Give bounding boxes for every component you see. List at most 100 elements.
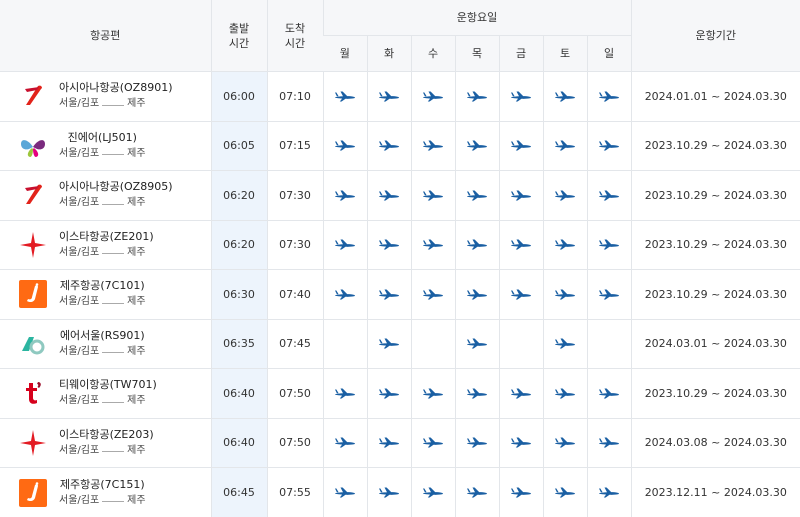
airplane-icon (554, 288, 576, 300)
table-header: 항공편 출발 시간 도착 시간 운항요일 운항기간 월 화 수 목 금 토 일 (0, 0, 800, 72)
operating-period: 2024.03.08 ~ 2024.03.30 (630, 418, 800, 468)
arrival-time: 07:10 (266, 71, 323, 122)
airplane-icon (378, 288, 400, 300)
airplane-icon (598, 288, 620, 300)
route-arrow-line (102, 253, 125, 255)
airplane-icon (554, 189, 576, 201)
flight-name: 제주항공(7C101) (59, 279, 145, 293)
operating-period: 2024.03.01 ~ 2024.03.30 (630, 319, 800, 369)
operating-period: 2023.12.11 ~ 2024.03.30 (630, 467, 800, 517)
day-cell-mon (322, 319, 367, 369)
route-destination: 제주 (127, 197, 146, 209)
day-cell-wed (410, 121, 455, 171)
airplane-icon (378, 238, 400, 250)
flight-cell: 이스타항공(ZE201) 서울/김포 제주 (0, 220, 211, 270)
day-cell-fri (498, 418, 543, 468)
airplane-icon (334, 90, 356, 102)
header-operating-days: 운항요일 (322, 0, 632, 36)
arrival-time: 07:50 (266, 418, 323, 468)
airplane-icon (510, 139, 532, 151)
airplane-icon (334, 139, 356, 151)
flight-name: 아시아나항공(OZ8905) (59, 180, 173, 194)
day-cell-sat (542, 121, 587, 171)
header-day-sat: 토 (542, 35, 587, 72)
header-arrival: 도착 시간 (266, 0, 323, 72)
arrival-time: 07:40 (266, 269, 323, 320)
airseoul-logo (18, 329, 48, 359)
arrival-time: 07:30 (266, 170, 323, 221)
flight-route: 서울/김포 제주 (59, 294, 146, 310)
route-arrow-line (102, 154, 125, 156)
flight-route: 서울/김포 제주 (59, 344, 146, 360)
day-cell-fri (498, 121, 543, 171)
airplane-icon (466, 139, 488, 151)
day-cell-mon (322, 220, 367, 270)
day-cell-thu (454, 71, 499, 122)
table-row-7: 티웨이항공(TW701) 서울/김포 제주 06:40 07:50 2023.1… (0, 368, 800, 419)
asiana-logo (18, 180, 48, 210)
route-arrow-line (102, 451, 125, 453)
day-cell-sun (586, 121, 632, 171)
day-cell-thu (454, 467, 499, 517)
route-origin: 서울/김포 (59, 345, 100, 357)
day-cell-sun (586, 418, 632, 468)
day-cell-thu (454, 220, 499, 270)
day-cell-sun (586, 71, 632, 122)
day-cell-tue (366, 269, 411, 320)
day-cell-thu (454, 121, 499, 171)
airplane-icon (598, 139, 620, 151)
airplane-icon (510, 189, 532, 201)
header-day-tue: 화 (366, 35, 411, 72)
departure-time: 06:45 (210, 467, 267, 517)
airplane-icon (554, 436, 576, 448)
route-destination: 제주 (127, 345, 146, 357)
route-arrow-line (102, 104, 125, 106)
arrival-time: 07:15 (266, 121, 323, 171)
day-cell-sat (542, 418, 587, 468)
airplane-icon (422, 436, 444, 448)
flight-cell: 진에어(LJ501) 서울/김포 제주 (0, 121, 211, 171)
flight-name: 에어서울(RS901) (59, 328, 145, 342)
route-destination: 제주 (127, 147, 146, 159)
route-arrow-line (102, 501, 125, 502)
route-destination: 제주 (127, 98, 146, 110)
table-row-9: 제주항공(7C151) 서울/김포 제주 06:45 07:55 2023.12… (0, 467, 800, 517)
day-cell-thu (454, 269, 499, 320)
day-cell-sat (542, 269, 587, 320)
day-cell-wed (410, 319, 455, 369)
airplane-icon (378, 436, 400, 448)
header-flight: 항공편 (0, 0, 211, 72)
airplane-icon (598, 189, 620, 201)
flight-cell: 아시아나항공(OZ8901) 서울/김포 제주 (0, 71, 211, 122)
day-cell-thu (454, 418, 499, 468)
header-day-thu: 목 (454, 35, 499, 72)
day-cell-sun (586, 170, 632, 221)
route-origin: 서울/김포 (59, 444, 100, 456)
day-cell-fri (498, 170, 543, 221)
day-cell-mon (322, 418, 367, 468)
airplane-icon (554, 387, 576, 399)
day-cell-sun (586, 467, 632, 517)
operating-period: 2023.10.29 ~ 2024.03.30 (630, 121, 800, 171)
day-cell-fri (498, 467, 543, 517)
day-cell-fri (498, 368, 543, 419)
airplane-icon (466, 238, 488, 250)
table-row-5: 제주항공(7C101) 서울/김포 제주 06:30 07:40 2023.10… (0, 269, 800, 320)
airplane-icon (422, 486, 444, 498)
departure-time: 06:40 (210, 418, 267, 468)
day-cell-wed (410, 220, 455, 270)
departure-time: 06:05 (210, 121, 267, 171)
day-cell-fri (498, 71, 543, 122)
day-cell-sat (542, 319, 587, 369)
flight-name: 아시아나항공(OZ8901) (59, 81, 173, 95)
flight-route: 서울/김포 제주 (59, 443, 154, 459)
flight-cell: 이스타항공(ZE203) 서울/김포 제주 (0, 418, 211, 468)
day-cell-wed (410, 467, 455, 517)
flight-cell: 제주항공(7C101) 서울/김포 제주 (0, 269, 211, 320)
route-arrow-line (102, 203, 125, 205)
airplane-icon (466, 486, 488, 498)
operating-period: 2024.01.01 ~ 2024.03.30 (630, 71, 800, 122)
day-cell-thu (454, 319, 499, 369)
airplane-icon (378, 387, 400, 399)
operating-period: 2023.10.29 ~ 2024.03.30 (630, 220, 800, 270)
